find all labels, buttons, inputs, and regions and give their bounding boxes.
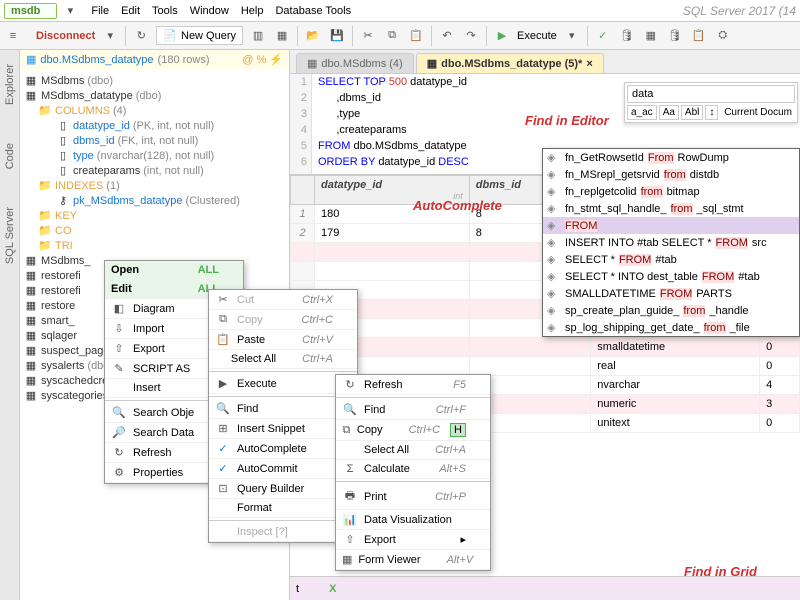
disconnect-button[interactable]: Disconnect: [36, 30, 95, 42]
line-gutter: 123456: [290, 74, 312, 174]
find-opt[interactable]: Abl: [681, 105, 703, 120]
tree-node[interactable]: ▯createparams (int, not null): [20, 163, 289, 178]
side-tab-explorer[interactable]: Explorer: [2, 60, 18, 109]
autocomplete-item[interactable]: ◈sp_log_shipping_get_date_from_file: [543, 319, 799, 336]
autocomplete-item[interactable]: ◈FROM: [543, 217, 799, 234]
row-count: (180 rows): [158, 54, 210, 66]
editor-tab[interactable]: ▦dbo.MSdbms_datatype (5)*×: [416, 53, 604, 73]
tree-node[interactable]: ▦MSdbms_datatype (dbo): [20, 88, 289, 103]
menu-item[interactable]: ΣCalculateAlt+S: [336, 460, 490, 479]
toolbar: ≡ Disconnect ▾ ↻ 📄New Query ▥ ▦ 📂 💾 ✂ ⧉ …: [0, 22, 800, 50]
menu-item[interactable]: 📋PasteCtrl+V: [209, 330, 357, 350]
explorer-title: dbo.MSdbms_datatype: [40, 54, 153, 66]
menu-item[interactable]: ✂CutCtrl+X: [209, 290, 357, 310]
tree-node[interactable]: ▯datatype_id (PK, int, not null): [20, 118, 289, 133]
status-x[interactable]: X: [329, 583, 336, 595]
copy-icon[interactable]: ⧉: [383, 27, 401, 45]
menu-item[interactable]: 📊Data Visualization: [336, 510, 490, 530]
tree-node[interactable]: 📁CO: [20, 223, 289, 238]
tool-icon[interactable]: 🛢: [618, 27, 636, 45]
tool-icon[interactable]: ▦: [642, 27, 660, 45]
align-icon[interactable]: ≡: [4, 27, 22, 45]
badges: @ % ⚡: [242, 53, 283, 66]
tree-node[interactable]: 📁KEY: [20, 208, 289, 223]
doc-icon: 📄: [163, 29, 177, 42]
menu-item[interactable]: ↻RefreshF5: [336, 375, 490, 395]
autocomplete-item[interactable]: ◈SELECT * FROM #tab: [543, 251, 799, 268]
tree-node[interactable]: ▦MSdbms (dbo): [20, 73, 289, 88]
undo-icon[interactable]: ↶: [438, 27, 456, 45]
menu-item[interactable]: 🔍FindCtrl+F: [336, 400, 490, 420]
execute-button[interactable]: Execute: [517, 30, 557, 42]
editor-tabs: ▦dbo.MSdbms (4)▦dbo.MSdbms_datatype (5)*…: [290, 50, 800, 74]
save-icon[interactable]: 💾: [328, 27, 346, 45]
menu-file[interactable]: File: [91, 5, 109, 17]
close-icon[interactable]: ×: [586, 58, 592, 70]
find-input[interactable]: [627, 85, 795, 103]
sql-code[interactable]: SELECT TOP 500 datatype_id ,dbms_id ,typ…: [312, 74, 475, 174]
editor-tab[interactable]: ▦dbo.MSdbms (4): [296, 53, 414, 73]
table-icon: ▦: [307, 57, 317, 70]
autocomplete-popup[interactable]: ◈fn_GetRowsetIdFromRowDump◈fn_MSrepl_get…: [542, 148, 800, 337]
menu-item[interactable]: 🖶PrintCtrl+P: [336, 484, 490, 510]
execute-icon[interactable]: ▶: [493, 27, 511, 45]
autocomplete-item[interactable]: ◈INSERT INTO #tab SELECT * FROM src: [543, 234, 799, 251]
tool-icon[interactable]: 🛢: [666, 27, 684, 45]
layout-icon[interactable]: ▦: [273, 27, 291, 45]
tree-node[interactable]: ▯type (nvarchar(128), not null): [20, 148, 289, 163]
check-icon[interactable]: ✓: [594, 27, 612, 45]
status-bar: t X: [290, 576, 800, 600]
tool-icon[interactable]: ⛭: [714, 27, 732, 45]
dropdown-icon[interactable]: ▾: [563, 27, 581, 45]
autocomplete-item[interactable]: ◈fn_stmt_sql_handle_from_sql_stmt: [543, 200, 799, 217]
menu-item[interactable]: ⧉CopyCtrl+CH: [336, 420, 490, 441]
find-opt[interactable]: a_ac: [627, 105, 657, 120]
tree-node[interactable]: ⚷pk_MSdbms_datatype (Clustered): [20, 193, 289, 208]
tool-icon[interactable]: 📋: [690, 27, 708, 45]
find-opt[interactable]: ↕: [705, 105, 718, 120]
autocomplete-item[interactable]: ◈SMALLDATETIMEFROMPARTS: [543, 285, 799, 302]
menu-item[interactable]: Select AllCtrl+A: [209, 350, 357, 369]
autocomplete-item[interactable]: ◈fn_GetRowsetIdFromRowDump: [543, 149, 799, 166]
autocomplete-item[interactable]: ◈fn_replgetcolidfrombitmap: [543, 183, 799, 200]
find-panel: a_ac Aa Abl ↕ Current Docum: [624, 82, 798, 123]
menu-database-tools[interactable]: Database Tools: [275, 5, 351, 17]
tree-node[interactable]: 📁INDEXES (1): [20, 178, 289, 193]
open-icon[interactable]: 📂: [304, 27, 322, 45]
menu-item[interactable]: ▦Form ViewerAlt+V: [336, 550, 490, 570]
menu-item[interactable]: ⧉CopyCtrl+C: [209, 310, 357, 330]
version-label: SQL Server 2017 (14: [683, 4, 796, 18]
new-query-button[interactable]: 📄New Query: [156, 26, 243, 45]
db-selector[interactable]: msdb: [4, 3, 57, 19]
tree-node[interactable]: 📁COLUMNS (4): [20, 103, 289, 118]
context-menu-grid[interactable]: ↻RefreshF5 🔍FindCtrl+F⧉CopyCtrl+CHSelect …: [335, 374, 491, 571]
menubar: msdb ▾ File Edit Tools Window Help Database T…: [0, 0, 800, 22]
menu-item[interactable]: Select AllCtrl+A: [336, 441, 490, 460]
side-tabs: Explorer Code SQL Server: [0, 50, 20, 600]
menu-help[interactable]: Help: [241, 5, 264, 17]
table-icon: ▦: [427, 57, 437, 70]
autocomplete-item[interactable]: ◈fn_MSrepl_getsrvidfromdistdb: [543, 166, 799, 183]
tree-node[interactable]: ▯dbms_id (FK, int, not null): [20, 133, 289, 148]
redo-icon[interactable]: ↷: [462, 27, 480, 45]
paste-icon[interactable]: 📋: [407, 27, 425, 45]
menu-window[interactable]: Window: [190, 5, 229, 17]
menu-edit[interactable]: Edit: [121, 5, 140, 17]
autocomplete-item[interactable]: ◈SELECT * INTO dest_table FROM #tab: [543, 268, 799, 285]
dropdown-icon[interactable]: ▾: [61, 2, 79, 20]
dropdown-icon[interactable]: ▾: [101, 27, 119, 45]
cut-icon[interactable]: ✂: [359, 27, 377, 45]
find-opt[interactable]: Aa: [659, 105, 679, 120]
menu-tools[interactable]: Tools: [152, 5, 178, 17]
autocomplete-item[interactable]: ◈sp_create_plan_guide_from_handle: [543, 302, 799, 319]
side-tab-code[interactable]: Code: [2, 139, 18, 173]
layout-icon[interactable]: ▥: [249, 27, 267, 45]
tree-node[interactable]: 📁TRI: [20, 238, 289, 253]
refresh-icon[interactable]: ↻: [132, 27, 150, 45]
find-scope[interactable]: Current Docum: [721, 106, 795, 119]
menu-item[interactable]: ⇧Export▸: [336, 530, 490, 550]
status-sel: t: [296, 583, 299, 595]
side-tab-sqlserver[interactable]: SQL Server: [2, 203, 18, 268]
table-icon: ▦: [26, 53, 36, 66]
